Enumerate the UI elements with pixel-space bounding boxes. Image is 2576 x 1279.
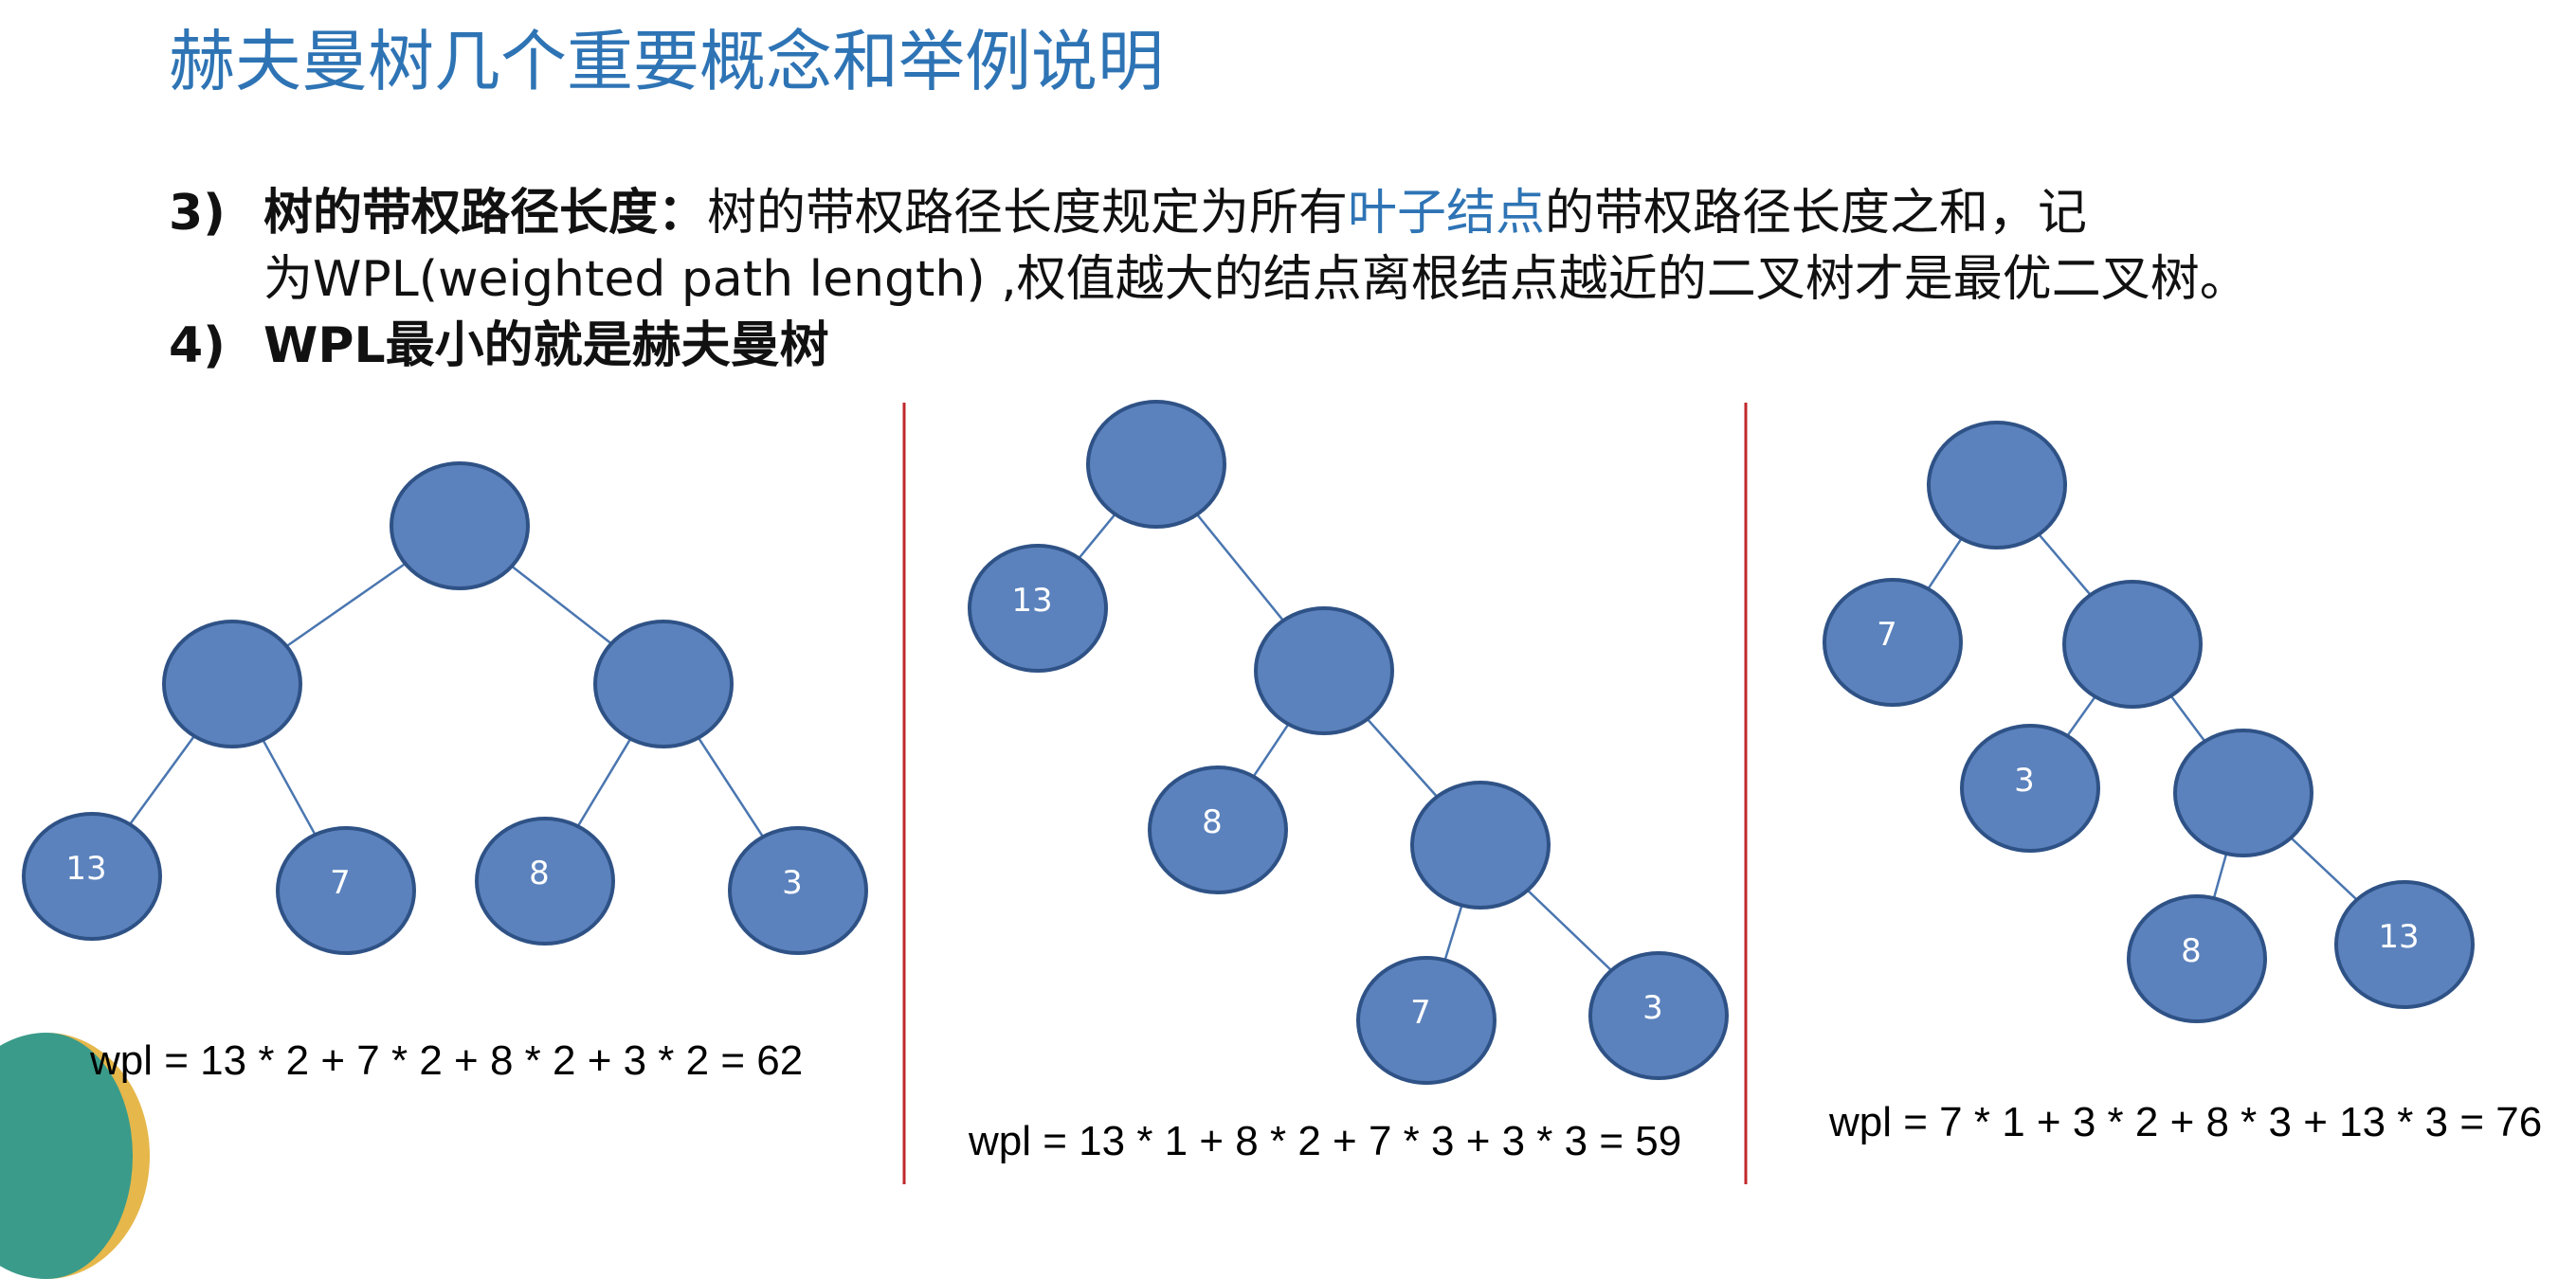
node-weight-label: 3 (782, 864, 803, 902)
tree-3: 7 3 8 13 (1823, 421, 2475, 1023)
tree-edge (1526, 889, 1613, 972)
tree-edge (2038, 533, 2092, 596)
tree-edge (1927, 537, 1963, 590)
tree-edge (1196, 513, 1284, 621)
internal-node (2062, 580, 2203, 709)
wpl-formula-tree-3: wpl = 7 * 1 + 3 * 2 + 8 * 3 + 13 * 3 = 7… (1829, 1099, 2543, 1145)
tree-edge (1078, 513, 1116, 560)
node-weight-label: 3 (1642, 989, 1663, 1027)
internal-node (1410, 781, 1551, 910)
node-weight-label: 8 (529, 855, 550, 892)
internal-node (162, 620, 302, 748)
node-weight-label: 13 (1011, 582, 1052, 620)
tree-edge (1443, 905, 1463, 961)
tree-1: 13 7 8 3 (22, 461, 868, 955)
internal-node (1254, 606, 1394, 735)
node-weight-label: 7 (1877, 616, 1897, 654)
node-weight-label: 13 (2378, 918, 2419, 956)
internal-node (390, 461, 530, 590)
node-weight-label: 8 (1202, 803, 1223, 841)
tree-edge (2212, 853, 2228, 899)
tree-edge (285, 562, 407, 648)
tree-edge (262, 739, 317, 836)
internal-node (1086, 400, 1226, 529)
node-weight-label: 7 (1410, 994, 1431, 1032)
wpl-formula-tree-2: wpl = 13 * 1 + 8 * 2 + 7 * 3 + 3 * 3 = 5… (969, 1118, 1682, 1164)
internal-node (593, 620, 734, 748)
wpl-formula-tree-1: wpl = 13 * 2 + 7 * 2 + 8 * 2 + 3 * 2 = 6… (90, 1037, 804, 1084)
tree-edge (2169, 694, 2206, 743)
huffman-tree-diagrams: 13 7 8 3 13 8 7 3 7 3 8 13 (22, 400, 2475, 1184)
tree-edge (511, 565, 612, 645)
tree-2: 13 8 7 3 (968, 400, 1729, 1085)
tree-edge (128, 735, 196, 825)
internal-node (2173, 729, 2313, 857)
internal-node (1927, 421, 2067, 549)
node-weight-label: 8 (2181, 932, 2202, 970)
node-weight-label: 7 (330, 864, 351, 902)
tree-edge (2066, 695, 2096, 737)
node-weight-label: 13 (65, 850, 106, 888)
node-weight-label: 3 (2014, 762, 2035, 800)
tree-edge (576, 738, 632, 827)
tree-edge (1366, 718, 1439, 798)
tree-edge (2290, 837, 2358, 901)
tree-edge (697, 736, 765, 838)
tree-edge (1252, 723, 1290, 778)
